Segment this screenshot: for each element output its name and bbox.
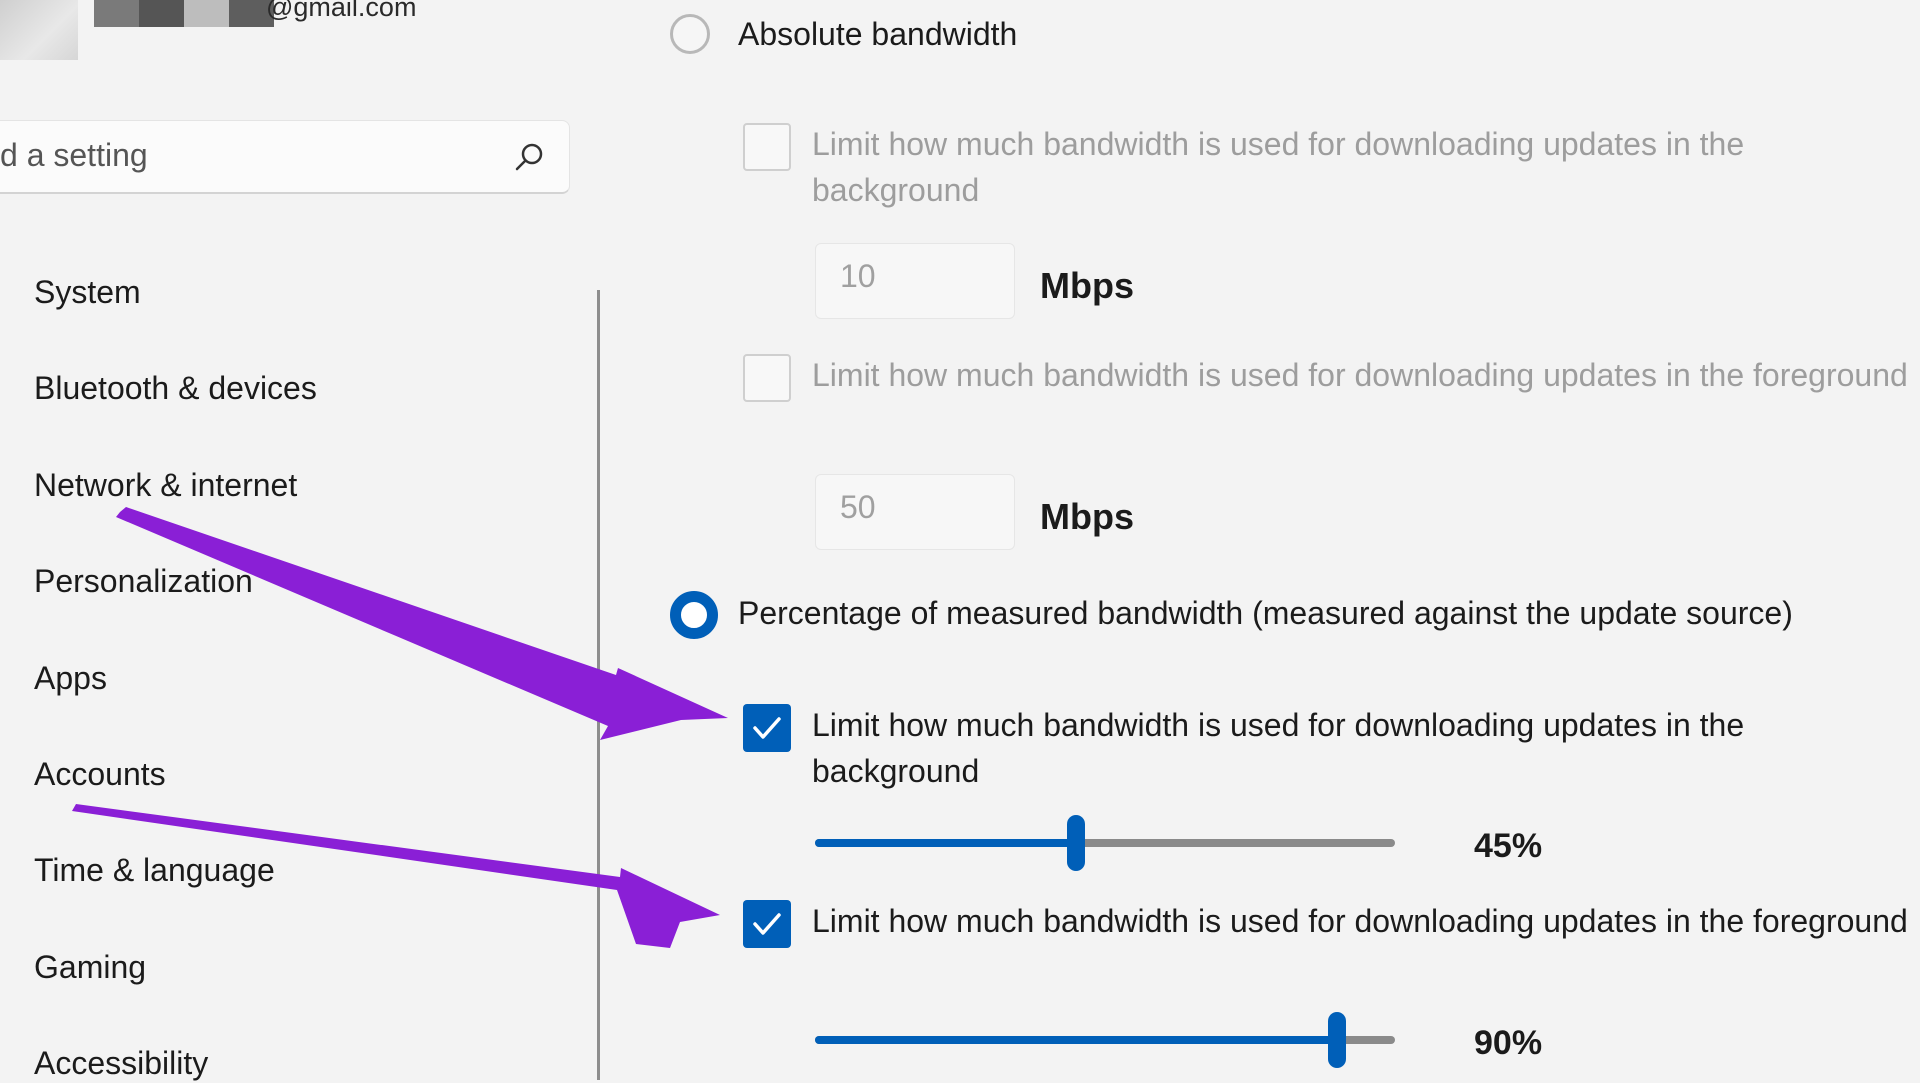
- avatar: [0, 0, 78, 60]
- absolute-foreground-checkbox[interactable]: [743, 354, 791, 402]
- percentage-foreground-checkbox[interactable]: [743, 900, 791, 948]
- absolute-background-checkbox[interactable]: [743, 123, 791, 171]
- pane-divider: [597, 290, 600, 1080]
- sidebar-item-bluetooth-devices[interactable]: Bluetooth & devices: [34, 368, 317, 408]
- percentage-background-label: Limit how much bandwidth is used for dow…: [812, 707, 1745, 789]
- sidebar-item-personalization[interactable]: Personalization: [34, 561, 253, 601]
- email-redaction: [139, 0, 184, 27]
- sidebar-item-network-internet[interactable]: Network & internet: [34, 465, 297, 505]
- absolute-background-label: Limit how much bandwidth is used for dow…: [812, 126, 1745, 208]
- absolute-bandwidth-radio[interactable]: [670, 14, 710, 54]
- account-email: @gmail.com: [266, 0, 417, 22]
- check-icon: [753, 717, 781, 739]
- search-icon[interactable]: [512, 140, 548, 176]
- percentage-bandwidth-radio[interactable]: [670, 591, 718, 639]
- sidebar-item-system[interactable]: System: [34, 272, 141, 312]
- percentage-background-checkbox[interactable]: [743, 704, 791, 752]
- annotation-arrow-icon: [116, 507, 728, 740]
- percentage-bandwidth-label: Percentage of measured bandwidth (measur…: [738, 595, 1793, 631]
- foreground-slider-value: 90%: [1474, 1024, 1543, 1062]
- sidebar-item-accounts[interactable]: Accounts: [34, 754, 166, 794]
- foreground-slider-fill: [815, 1036, 1337, 1044]
- background-slider-value: 45%: [1474, 827, 1543, 865]
- sidebar-item-time-language[interactable]: Time & language: [34, 850, 275, 890]
- check-icon: [753, 913, 781, 935]
- sidebar-item-apps[interactable]: Apps: [34, 658, 107, 698]
- absolute-background-mbps-input[interactable]: 10: [815, 243, 1015, 319]
- absolute-bandwidth-label: Absolute bandwidth: [738, 16, 1018, 52]
- search-input[interactable]: d a setting: [0, 137, 148, 174]
- email-redaction: [184, 0, 229, 27]
- sidebar-item-gaming[interactable]: Gaming: [34, 947, 146, 987]
- absolute-background-unit: Mbps: [1040, 265, 1134, 306]
- absolute-foreground-label: Limit how much bandwidth is used for dow…: [812, 357, 1908, 393]
- absolute-foreground-mbps-input[interactable]: 50: [815, 474, 1015, 550]
- background-slider-thumb[interactable]: [1067, 815, 1085, 871]
- background-slider-fill: [815, 839, 1076, 847]
- foreground-slider-thumb[interactable]: [1328, 1012, 1346, 1068]
- sidebar-item-accessibility[interactable]: Accessibility: [34, 1043, 208, 1083]
- absolute-foreground-unit: Mbps: [1040, 496, 1134, 537]
- email-redaction: [94, 0, 139, 27]
- percentage-foreground-label: Limit how much bandwidth is used for dow…: [812, 903, 1908, 939]
